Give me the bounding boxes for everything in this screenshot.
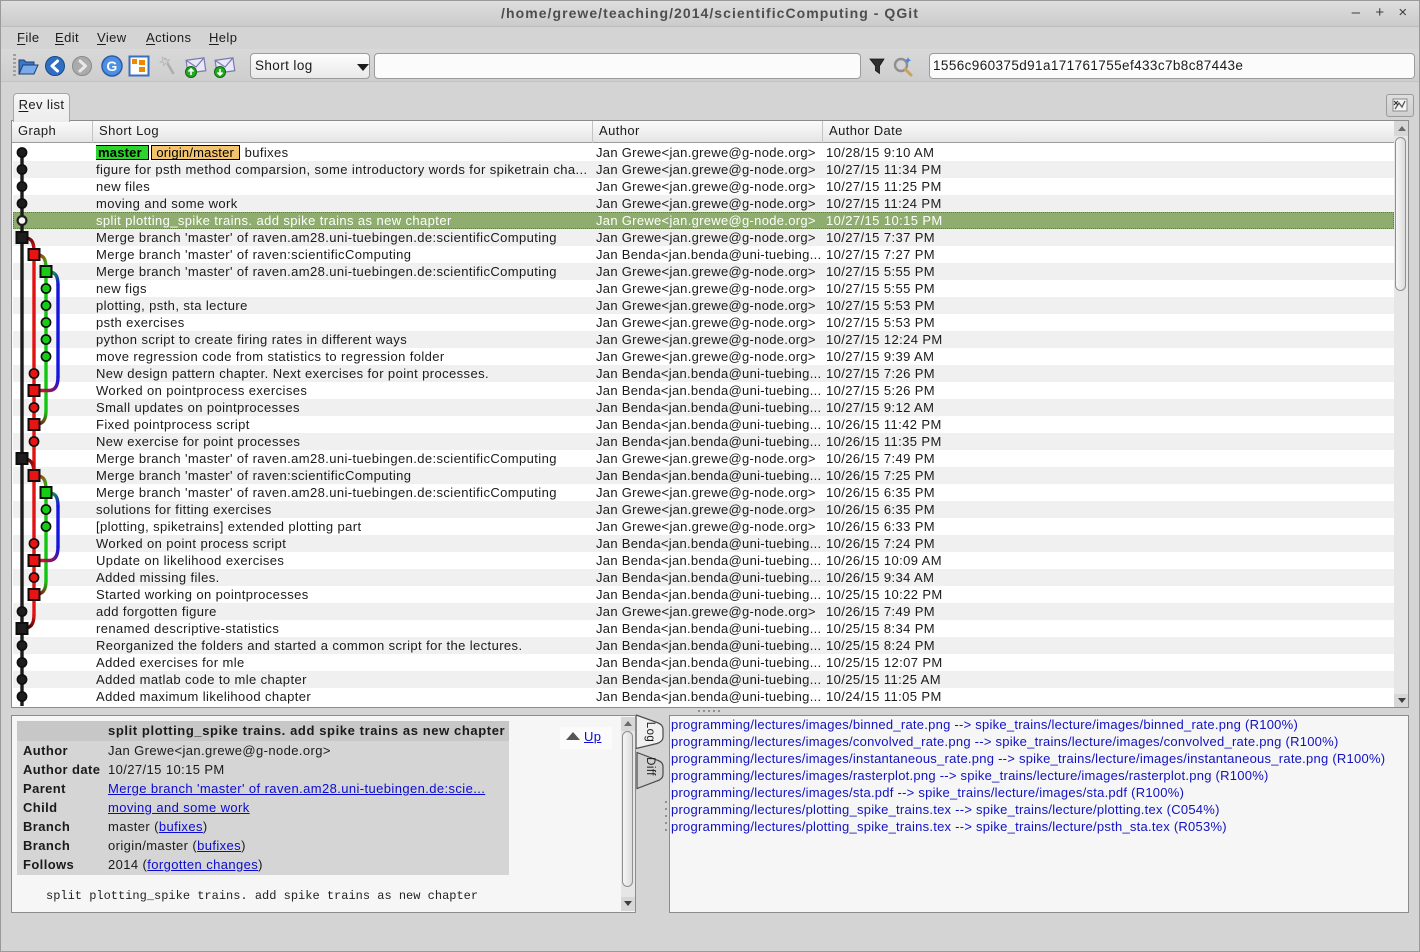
svg-text:Diff: Diff: [644, 757, 656, 776]
svg-text:G: G: [106, 58, 117, 74]
svg-text:Log: Log: [644, 722, 656, 742]
